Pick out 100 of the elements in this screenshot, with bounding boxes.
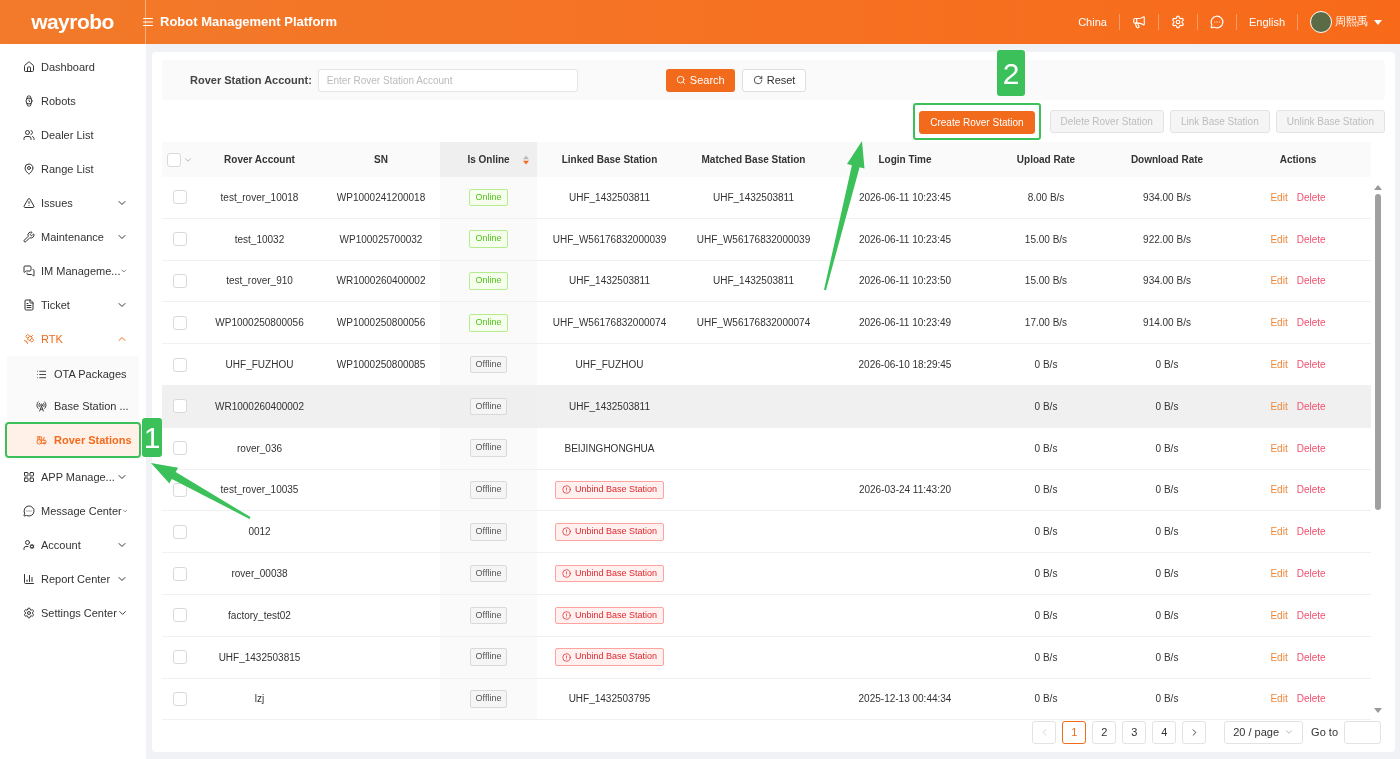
checkbox[interactable] [172,232,187,247]
checkbox[interactable] [172,441,187,456]
search-input[interactable]: Enter Rover Station Account [317,68,578,92]
edit-link[interactable]: Edit [1270,273,1288,289]
delete-link[interactable]: Delete [1296,273,1326,289]
edit-link[interactable]: Edit [1270,231,1288,247]
delete-link[interactable]: Delete [1296,231,1326,247]
nav-item[interactable]: Maintenance [0,220,146,254]
nav-subitem[interactable]: Base Station ... [7,390,139,422]
table-row[interactable]: rover_00038 Offline Unbind Base Station 0 B/s 0 B/s Edit Delete [162,553,1371,595]
table-row[interactable]: test_10032 WP100025700032 Online UHF_W56176832000039 UHF_W56176832000039 2026-06-11 10:23:45 15.00 B/s 922.00 B/s Edit Delete [162,218,1371,261]
checkbox[interactable] [172,566,187,581]
menu-icon[interactable] [142,16,154,28]
search-button[interactable]: Search [665,68,735,92]
nav-item[interactable]: Range List [0,152,146,186]
nav-subitem[interactable]: Rover Stations [7,424,139,456]
delete-link[interactable]: Delete [1296,357,1326,373]
language-selector[interactable]: English [1236,13,1297,31]
column-header: Matched Base Station [701,153,806,167]
nav-subitem[interactable]: OTA Packages [7,358,139,390]
checkbox[interactable] [172,691,187,706]
edit-link[interactable]: Edit [1270,398,1288,414]
status-tag: Offline [469,690,508,708]
delete-link[interactable]: Delete [1296,649,1326,665]
nav-item[interactable]: Message Center [0,494,146,528]
nav-item[interactable]: Account [0,528,146,562]
edit-link[interactable]: Edit [1270,649,1288,665]
avatar[interactable] [1310,11,1332,33]
nav-item[interactable]: Issues [0,186,146,220]
page-button[interactable]: 4 [1152,720,1177,744]
warning-tag[interactable]: Unbind Base Station [554,564,665,583]
checkbox[interactable] [172,274,187,288]
table-row[interactable]: WR1000260400002 Offline UHF_1432503811 0 B/s 0 B/s Edit Delete [162,386,1371,428]
table-row[interactable]: UHF_FUZHOU WP1000250800085 Offline UHF_FUZHOU 2026-06-10 18:29:45 0 B/s 0 B/s Edit Delete [162,344,1371,386]
delete-link[interactable]: Delete [1296,482,1326,498]
edit-link[interactable]: Edit [1270,482,1288,498]
table-row[interactable]: factory_test02 Offline Unbind Base Station 0 B/s 0 B/s Edit Delete [162,594,1371,637]
warning-tag[interactable]: Unbind Base Station [554,648,665,666]
delete-link[interactable]: Delete [1296,398,1326,414]
checkbox[interactable] [172,399,187,414]
warning-tag[interactable]: Unbind Base Station [554,481,665,499]
delete-link[interactable]: Delete [1296,524,1326,540]
edit-link[interactable]: Edit [1270,189,1288,205]
nav-item[interactable]: Dashboard [0,50,146,84]
table-cell: test_10032 [234,233,285,245]
column-header[interactable]: Is Online [467,152,510,167]
edit-link[interactable]: Edit [1270,691,1288,707]
next-page-button[interactable] [1182,720,1207,744]
table-row[interactable]: lzj Offline UHF_1432503795 2025-12-13 00:44:34 0 B/s 0 B/s Edit Delete [162,678,1371,721]
edit-link[interactable]: Edit [1270,440,1288,456]
edit-link[interactable]: Edit [1270,607,1288,623]
table-row[interactable]: WP1000250800056 WP1000250800056 Online UHF_W56176832000074 UHF_W56176832000074 2026-06-11 10:23:49 17.00 B/s 914.00 B/s Edit Delete [162,302,1371,345]
delete-link[interactable]: Delete [1296,607,1326,623]
table-row[interactable]: test_rover_10035 Offline Unbind Base Station 2026-03-24 11:43:20 0 B/s 0 B/s Edit Delete [162,469,1371,512]
sort-icon[interactable] [523,154,529,165]
delete-link[interactable]: Delete [1296,440,1326,456]
page-button[interactable]: 3 [1122,720,1147,744]
user-name[interactable]: 周熙禹 [1335,13,1368,31]
page-button[interactable]: 1 [1062,720,1087,744]
checkbox[interactable] [172,315,187,330]
checkbox[interactable] [172,608,187,623]
table-row[interactable]: 0012 Offline Unbind Base Station 0 B/s 0 B/s Edit Delete [162,511,1371,554]
toolbar-button[interactable]: Create Rover Station [919,110,1035,134]
table-row[interactable]: test_rover_10018 WP1000241200018 Online UHF_1432503811 UHF_1432503811 2026-06-11 10:23:45 8.00 B/s 934.00 B/s Edit Delete [162,177,1371,219]
delete-link[interactable]: Delete [1296,189,1326,205]
caret-icon[interactable] [1374,19,1382,25]
goto-input[interactable] [1344,720,1381,744]
nav-item[interactable]: APP Manage... [0,460,146,494]
edit-link[interactable]: Edit [1270,566,1288,582]
nav-item[interactable]: Report Center [0,562,146,596]
edit-link[interactable]: Edit [1270,357,1288,373]
table-cell: 922.00 B/s [1143,233,1191,245]
chat-icon[interactable] [1209,15,1224,29]
page-size-select[interactable]: 20 / page [1224,720,1304,744]
reset-button[interactable]: Reset [741,68,807,92]
nav-item[interactable]: Settings Center [0,596,146,630]
delete-link[interactable]: Delete [1296,691,1326,707]
checkbox[interactable] [172,524,187,539]
page-button[interactable]: 2 [1092,720,1117,744]
delete-link[interactable]: Delete [1296,315,1326,331]
table-row[interactable]: test_rover_910 WR1000260400002 Online UHF_1432503811 UHF_1432503811 2026-06-11 10:23:50 15.00 B/s 934.00 B/s Edit Delete [162,260,1371,303]
announcement-icon[interactable] [1131,15,1146,29]
edit-link[interactable]: Edit [1270,315,1288,331]
table-row[interactable]: UHF_1432503815 Offline Unbind Base Station 0 B/s 0 B/s Edit Delete [162,636,1371,679]
checkbox[interactable] [172,190,187,205]
warning-tag[interactable]: Unbind Base Station [554,606,665,625]
nav-item[interactable]: RTK [0,322,146,356]
chat-icon [23,505,35,517]
nav-item[interactable]: Robots [0,84,146,118]
nav-item[interactable]: Dealer List [0,118,146,152]
region-selector[interactable]: China [1066,13,1119,31]
edit-link[interactable]: Edit [1270,524,1288,540]
nav-item[interactable]: IM Manageme... [0,254,146,288]
settings-icon[interactable] [1170,15,1185,29]
delete-link[interactable]: Delete [1296,566,1326,582]
checkbox[interactable] [172,650,187,665]
checkbox[interactable] [166,152,181,167]
warning-tag[interactable]: Unbind Base Station [554,523,665,541]
checkbox[interactable] [172,357,187,372]
nav-item[interactable]: Ticket [0,288,146,322]
